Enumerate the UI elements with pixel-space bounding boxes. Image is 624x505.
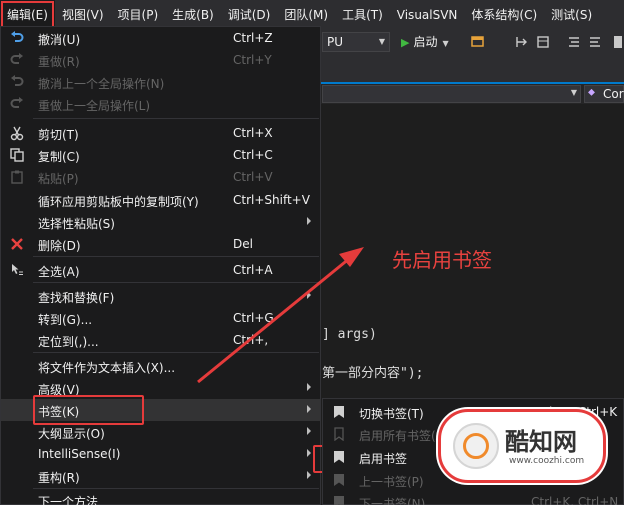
watermark-logo-icon — [453, 423, 499, 469]
annotation-text: 先启用书签 — [392, 248, 492, 272]
watermark-url: www.coozhi.com — [509, 456, 585, 466]
watermark-logo-ring — [463, 433, 489, 459]
watermark-name: 酷知网 — [505, 428, 577, 456]
watermark: 酷知网 www.coozhi.com — [438, 409, 606, 483]
